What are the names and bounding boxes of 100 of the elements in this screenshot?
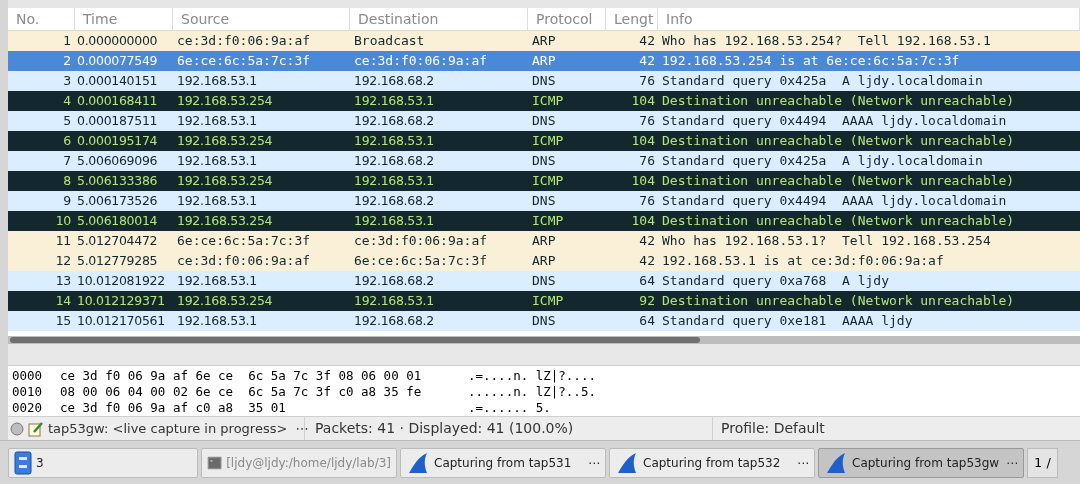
length-cell-text: 76 [639,72,655,91]
destination-cell-text: 192.168.53.1 [354,171,434,190]
number-cell-text: 2 [63,51,71,70]
length-cell-text: 104 [631,92,655,111]
length-cell-text: 42 [639,232,655,251]
source-cell-text: 192.168.53.254 [177,291,273,310]
shark-fin-icon [406,450,430,475]
source-cell-text: 192.168.53.1 [177,271,257,290]
hex-ascii: .=...... 5. [468,400,551,416]
destination-cell-text: ce:3d:f0:06:9a:af [354,52,488,71]
packet-row[interactable]: 1 0.000000000 ce:3d:f0:06:9a:af Broadcast ARP 42 Who has 192.168.53.254? Tell 192.168.53.1 [8,31,1080,51]
source-cell-text: 192.168.53.254 [177,211,273,230]
time-cell-text: 5.006173526 [77,191,158,210]
more-icon[interactable]: ⋯ [295,418,309,439]
packet-row[interactable]: 6 0.000195174 192.168.53.254 192.168.53.1 ICMP 104 Destination unreachable (Network unreachable) [8,131,1080,151]
time-cell-text: 0.000077549 [77,51,158,70]
source-cell-text: 192.168.53.254 [177,131,273,150]
packet-row[interactable]: 9 5.006173526 192.168.53.1 192.168.68.2 DNS 76 Standard query 0x4494 AAAA ljdy.localdomain [8,191,1080,211]
source-cell-text: 192.168.53.1 [177,191,257,210]
packet-row[interactable]: 14 10.012129371 192.168.53.254 192.168.53.1 ICMP 92 Destination unreachable (Network unreachable) [8,291,1080,311]
packet-row[interactable]: 15 10.012170561 192.168.53.1 192.168.68.2 DNS 64 Standard query 0xe181 AAAA ljdy [8,311,1080,331]
protocol-cell-text: ARP [532,32,556,51]
time-cell-text: 10.012170561 [77,311,165,330]
hex-bytes: ce 3d f0 06 9a af c0 a8 35 01 [60,400,287,416]
hex-bytes: ce 3d f0 06 9a af 6e ce 6c 5a 7c 3f 08 06 00 01 [60,368,423,384]
taskbar-item[interactable]: Capturing from tap532 ⋯ [609,447,815,478]
protocol-cell-text: DNS [532,152,556,171]
destination-cell-text: 192.168.68.2 [354,71,434,90]
packet-row[interactable]: 3 0.000140151 192.168.53.1 192.168.68.2 DNS 76 Standard query 0x425a A ljdy.localdomain [8,71,1080,91]
packet-count: Packets: 41 · Displayed: 41 (100.0%) [315,419,574,438]
taskbar-item[interactable]: Capturing from tap53gw ⋯ [818,447,1024,478]
info-cell-text: Standard query 0x4494 AAAA ljdy.localdomain [662,192,1007,211]
column-header[interactable]: Protocol [528,8,606,30]
destination-cell-text: 192.168.53.1 [354,131,434,150]
source-cell-text: 192.168.53.1 [177,311,257,330]
length-cell-text: 104 [631,132,655,151]
packet-row[interactable]: 8 5.006133386 192.168.53.254 192.168.53.1 ICMP 104 Destination unreachable (Network unreachable) [8,171,1080,191]
protocol-cell-text: ICMP [532,92,564,111]
packet-row[interactable]: 2 0.000077549 6e:ce:6c:5a:7c:3f ce:3d:f0:06:9a:af ARP 42 192.168.53.254 is at 6e:ce:6c:5a:7c:3f [8,51,1080,71]
length-cell-text: 64 [639,272,655,291]
column-header[interactable]: Info [658,8,1080,30]
horizontal-scrollbar[interactable] [8,336,1080,344]
protocol-cell-text: ARP [532,252,556,271]
status-circle-icon [10,421,24,436]
destination-cell-text: 192.168.68.2 [354,111,434,130]
time-cell-text: 0.000140151 [77,71,158,90]
number-cell-text: 13 [55,271,71,290]
packet-row[interactable]: 11 5.012704472 6e:ce:6c:5a:7c:3f ce:3d:f0:06:9a:af ARP 42 Who has 192.168.53.1? Tell 192.168.53.254 [8,231,1080,251]
info-cell-text: Destination unreachable (Network unreachable) [662,92,1015,111]
length-cell-text: 76 [639,112,655,131]
source-cell-text: 192.168.53.1 [177,111,257,130]
protocol-cell-text: DNS [532,192,556,211]
info-cell-text: Standard query 0x425a A ljdy.localdomain [662,152,983,171]
info-cell-text: Standard query 0xe181 AAAA ljdy [662,312,913,331]
destination-cell-text: 192.168.68.2 [354,151,434,170]
destination-cell-text: ce:3d:f0:06:9a:af [354,232,488,251]
source-cell-text: 192.168.53.254 [177,91,273,110]
info-cell-text: Standard query 0x425a A ljdy.localdomain [662,72,983,91]
packet-row[interactable]: 12 5.012779285 ce:3d:f0:06:9a:af 6e:ce:6c:5a:7c:3f ARP 42 192.168.53.1 is at ce:3d:f0:06:9a:af [8,251,1080,271]
time-cell-text: 0.000195174 [77,131,158,150]
number-cell-text: 4 [63,91,71,110]
taskbar-item[interactable]: 3 [8,447,198,478]
time-cell-text: 0.000168411 [77,91,158,110]
profile-label[interactable]: Profile: Default [721,420,825,436]
packet-row[interactable]: 4 0.000168411 192.168.53.254 192.168.53.1 ICMP 104 Destination unreachable (Network unreachable) [8,91,1080,111]
destination-cell-text: 192.168.68.2 [354,191,434,210]
column-header[interactable]: Lengt [606,8,658,30]
column-header[interactable]: No. [8,8,75,30]
scrollbar-thumb[interactable] [10,337,700,343]
source-cell-text: 192.168.53.1 [177,71,257,90]
column-header[interactable]: Destination [350,8,528,30]
packet-row[interactable]: 5 0.000187511 192.168.53.1 192.168.68.2 DNS 76 Standard query 0x4494 AAAA ljdy.localdomain [8,111,1080,131]
info-cell-text: Destination unreachable (Network unreachable) [662,292,1015,311]
shark-fin-icon [615,450,639,475]
length-cell-text: 64 [639,312,655,331]
packet-row[interactable]: 10 5.006180014 192.168.53.254 192.168.53.1 ICMP 104 Destination unreachable (Network unreachable) [8,211,1080,231]
time-cell-text: 5.012704472 [77,231,158,250]
number-cell-text: 7 [63,151,71,170]
time-cell-text: 0.000000000 [77,31,158,50]
source-cell-text: 192.168.53.1 [177,151,257,170]
destination-cell-text: 192.168.68.2 [354,311,434,330]
protocol-cell-text: DNS [532,72,556,91]
info-cell-text: Destination unreachable (Network unreachable) [662,172,1015,191]
column-header[interactable]: Time [75,8,173,30]
info-cell-text: Destination unreachable (Network unreachable) [662,132,1015,151]
destination-cell-text: Broadcast [354,32,425,51]
length-cell-text: 76 [639,192,655,211]
packet-row[interactable]: 13 10.012081922 192.168.53.1 192.168.68.2 DNS 64 Standard query 0xa768 A ljdy [8,271,1080,291]
number-cell-text: 12 [55,251,71,270]
protocol-cell-text: DNS [532,312,556,331]
column-header[interactable]: Source [173,8,350,30]
time-cell-text: 10.012129371 [77,291,165,310]
taskbar-item[interactable]: Capturing from tap531 ⋯ [400,447,606,478]
packet-row[interactable]: 7 5.006069096 192.168.53.1 192.168.68.2 DNS 76 Standard query 0x425a A ljdy.localdomain [8,151,1080,171]
info-cell-text: Destination unreachable (Network unreachable) [662,212,1015,231]
length-cell-text: 42 [639,32,655,51]
info-cell-text: Who has 192.168.53.1? Tell 192.168.53.254 [662,232,991,251]
workspace-pager[interactable]: 1 / [1027,447,1058,478]
file-cabinet-icon [14,450,32,475]
notepad-pencil-icon[interactable] [28,420,44,437]
